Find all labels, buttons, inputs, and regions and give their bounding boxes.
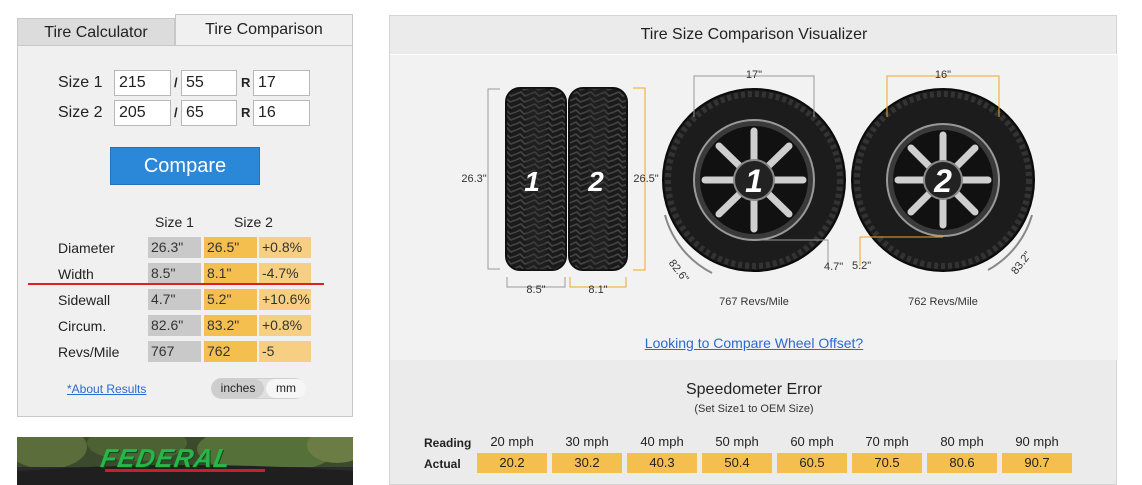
tire-1-height-bracket <box>487 88 500 270</box>
result-diameter-size-2: 26.5" <box>204 237 257 258</box>
wheel-1-sidewall-label: 4.7" <box>824 261 843 273</box>
actual-cell: 60.5 <box>777 453 847 473</box>
size-2-label: Size 2 <box>58 104 103 121</box>
tab-bar: Tire Calculator Tire Comparison <box>17 14 353 46</box>
actual-cell: 90.7 <box>1002 453 1072 473</box>
tire-1-width-label: 8.5" <box>526 284 545 296</box>
wheel-2-revs-label: 762 Revs/Mile <box>908 296 978 308</box>
result-label-diameter: Diameter <box>58 240 115 256</box>
result-label-revs-mile: Revs/Mile <box>58 344 120 360</box>
size-1-slash: / <box>174 75 178 90</box>
results-col-size-2: Size 2 <box>234 214 273 230</box>
size-1-label: Size 1 <box>58 74 103 91</box>
reading-row-label: Reading <box>424 436 472 450</box>
result-circumference-size-1: 82.6" <box>148 315 201 336</box>
actual-cell: 20.2 <box>477 453 547 473</box>
wheel-1-revs-label: 767 Revs/Mile <box>719 296 789 308</box>
speedometer-error-subtitle: (Set Size1 to OEM Size) <box>694 403 814 415</box>
result-diameter-diff: +0.8% <box>259 237 311 258</box>
size-1-rim-input[interactable] <box>253 70 310 96</box>
actual-cell: 70.5 <box>852 453 922 473</box>
result-diameter-size-1: 26.3" <box>148 237 201 258</box>
width-highlight-underline <box>28 283 324 285</box>
about-results-link[interactable]: *About Results <box>67 382 146 396</box>
unit-inches-option[interactable]: inches <box>212 379 264 398</box>
visualizer-title: Tire Size Comparison Visualizer <box>640 26 868 43</box>
result-revs-diff: -5 <box>259 341 311 362</box>
reading-cell: 20 mph <box>490 434 534 449</box>
size-2-width-input[interactable] <box>114 100 171 126</box>
result-sidewall-diff: +10.6% <box>259 289 311 310</box>
result-width-size-1: 8.5" <box>148 263 201 284</box>
size-2-slash: / <box>174 105 178 120</box>
result-label-width: Width <box>58 266 94 282</box>
tire-comparison-graphic: 1 2 26.3" 26.5" 8.5" 8.1" 1 17" 4.7" 82.… <box>461 69 1035 308</box>
actual-row-label: Actual <box>424 457 461 471</box>
reading-cell: 70 mph <box>865 434 909 449</box>
tire-1-height-label: 26.3" <box>461 173 486 185</box>
size-2-row: Size 2 / R <box>58 100 338 126</box>
comparison-panel: Size 1 / R Size 2 / R Compare Size 1 Siz… <box>17 45 353 417</box>
wheel-1-circumference-label: 82.6" <box>666 257 691 284</box>
reading-cell: 80 mph <box>940 434 984 449</box>
ad-banner[interactable]: FEDERAL <box>17 437 353 485</box>
result-label-sidewall: Sidewall <box>58 292 111 308</box>
wheel-2-rim-label: 16" <box>935 69 951 81</box>
reading-cell: 50 mph <box>715 434 759 449</box>
reading-cell: 40 mph <box>640 434 684 449</box>
tire-2-height-label: 26.5" <box>633 173 658 185</box>
federal-logo: FEDERAL <box>98 443 234 473</box>
actual-cell: 30.2 <box>552 453 622 473</box>
reading-cell: 30 mph <box>565 434 609 449</box>
tire-2-width-label: 8.1" <box>588 284 607 296</box>
compare-wheel-offset-link[interactable]: Looking to Compare Wheel Offset? <box>390 335 1118 351</box>
results-col-size-1: Size 1 <box>155 214 194 230</box>
actual-cell: 50.4 <box>702 453 772 473</box>
wheel-2-circumference-label: 83.2" <box>1009 249 1034 276</box>
result-width-diff: -4.7% <box>259 263 311 284</box>
reading-cell: 60 mph <box>790 434 834 449</box>
size-1-row: Size 1 / R <box>58 70 338 96</box>
visualizer-panel: Tire Size Comparison Visualizer 1 2 26.3… <box>389 15 1118 485</box>
result-label-circumference: Circum. <box>58 318 107 334</box>
result-sidewall-size-2: 5.2" <box>204 289 257 310</box>
tab-tire-comparison[interactable]: Tire Comparison <box>175 14 353 46</box>
size-1-width-input[interactable] <box>114 70 171 96</box>
result-sidewall-size-1: 4.7" <box>148 289 201 310</box>
actual-cell: 40.3 <box>627 453 697 473</box>
tire-2-side-number: 2 <box>587 166 604 197</box>
size-2-r-label: R <box>241 105 251 120</box>
tab-tire-calculator[interactable]: Tire Calculator <box>17 18 175 46</box>
result-revs-size-1: 767 <box>148 341 201 362</box>
reading-cell: 90 mph <box>1015 434 1059 449</box>
wheel-1-number: 1 <box>745 163 763 199</box>
result-circumference-diff: +0.8% <box>259 315 311 336</box>
wheel-2-number: 2 <box>933 163 952 199</box>
size-1-r-label: R <box>241 75 251 90</box>
result-width-size-2: 8.1" <box>204 263 257 284</box>
wheel-2-sidewall-label: 5.2" <box>852 260 871 272</box>
size-2-aspect-input[interactable] <box>181 100 237 126</box>
size-2-rim-input[interactable] <box>253 100 310 126</box>
actual-cell: 80.6 <box>927 453 997 473</box>
speedometer-error-title: Speedometer Error <box>685 381 823 398</box>
result-revs-size-2: 762 <box>204 341 257 362</box>
size-1-aspect-input[interactable] <box>181 70 237 96</box>
unit-toggle: inches mm <box>211 378 306 399</box>
unit-mm-option[interactable]: mm <box>266 379 306 398</box>
result-circumference-size-2: 83.2" <box>204 315 257 336</box>
visualizer-area: 1 2 26.3" 26.5" 8.5" 8.1" 1 17" 4.7" 82.… <box>390 55 1118 360</box>
compare-button[interactable]: Compare <box>110 147 260 185</box>
tire-1-side-number: 1 <box>524 166 540 197</box>
wheel-1-rim-label: 17" <box>746 69 762 81</box>
